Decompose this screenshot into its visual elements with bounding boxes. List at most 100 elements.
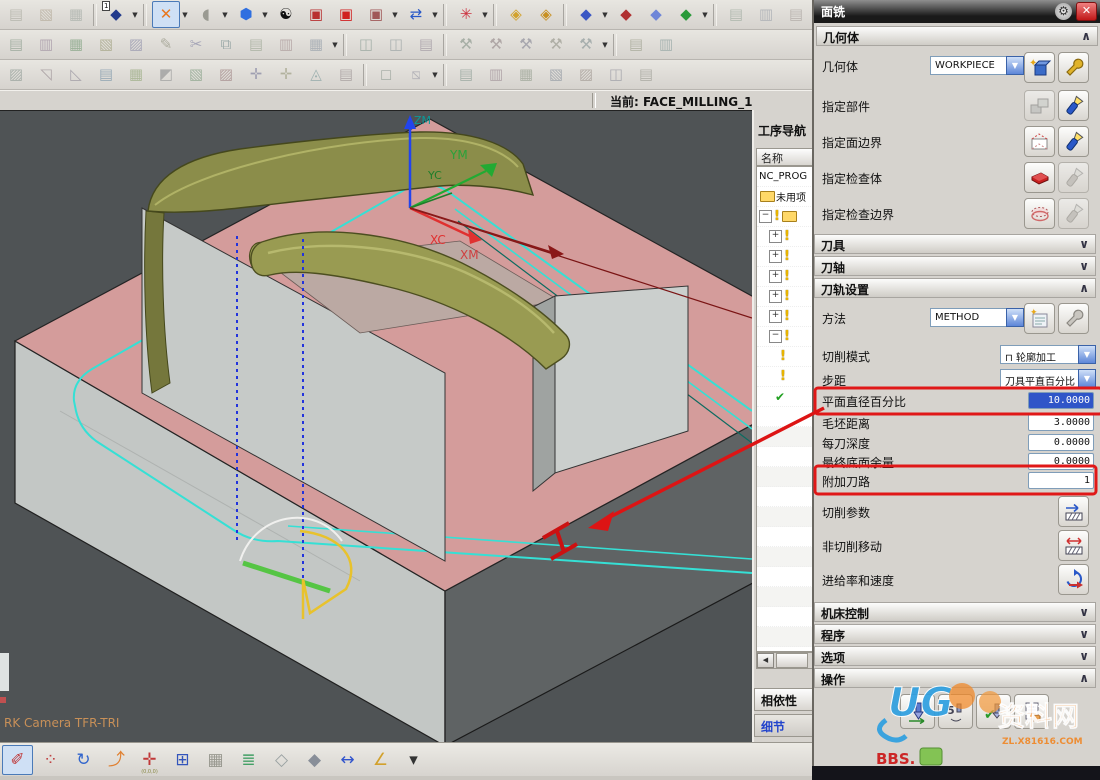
tree-row-7[interactable]: +!: [757, 287, 812, 307]
isometric-view-button[interactable]: ⬢: [232, 1, 260, 28]
tree-row-1[interactable]: NC_PROG: [757, 167, 812, 187]
copy-object-button[interactable]: ⧉: [212, 31, 240, 58]
tab-dependencies[interactable]: 相依性: [754, 688, 812, 711]
swap-layout-button[interactable]: ◫: [382, 31, 410, 58]
cut-mode-combo-dropdown-arrow[interactable]: ▼: [1078, 345, 1096, 364]
machine-sim-button[interactable]: ⚒: [542, 31, 570, 58]
snap-face-button[interactable]: ▧: [182, 61, 210, 88]
snap-center-button[interactable]: ▤: [92, 61, 120, 88]
method-combo-dropdown-arrow[interactable]: ▼: [1006, 308, 1024, 327]
scroll-left-arrow[interactable]: ◀: [757, 653, 774, 668]
display-part-button[interactable]: [1058, 90, 1089, 121]
operation-navigator-panel[interactable]: 工序导航 名称 NC_PROG 未用项 −! +! +! +! +! +! −!!! ✔ ◀ 相依…: [752, 110, 812, 742]
additional-passes-field[interactable]: 1: [1028, 472, 1094, 489]
generate-program-icon-button[interactable]: ◆: [572, 1, 600, 28]
section-options[interactable]: 选项 ∨: [814, 646, 1096, 666]
shop-doc-button[interactable]: ▤: [622, 31, 650, 58]
generate-toolpath-button[interactable]: [900, 694, 935, 729]
shaded-view-button[interactable]: ◖: [192, 1, 220, 28]
simulate-icon-button[interactable]: ◆: [672, 1, 700, 28]
dialog-settings-icon[interactable]: ⚙: [1055, 3, 1072, 20]
simulate-icon-dropdown-arrow[interactable]: ▼: [700, 2, 710, 27]
snap-edge-button[interactable]: ▨: [212, 61, 240, 88]
edit-geometry-button[interactable]: [1058, 52, 1089, 83]
viewport-3d[interactable]: ZM YM YC XC XM RK Camera TFR-TRI: [0, 110, 872, 748]
tree-row-5[interactable]: +!: [757, 247, 812, 267]
select-or-edit-geometry-button[interactable]: ✦: [1024, 52, 1055, 83]
tree-row-8[interactable]: +!: [757, 307, 812, 327]
depth-per-cut-field[interactable]: 0.0000: [1028, 434, 1094, 451]
scroll-thumb[interactable]: [776, 653, 808, 668]
find-object-button[interactable]: ◫: [352, 31, 380, 58]
new-file-button[interactable]: ▤: [2, 1, 30, 28]
blank-distance-field[interactable]: 3.0000: [1028, 414, 1094, 431]
list-toolpath-button[interactable]: [1014, 694, 1049, 729]
more-bottom-tools-button[interactable]: ▾: [398, 745, 429, 775]
show-check-cube-dropdown-arrow[interactable]: ▼: [390, 2, 400, 27]
show-object-dropdown-arrow[interactable]: ▼: [330, 32, 340, 57]
datum-plane-1-button[interactable]: ◇: [266, 745, 297, 775]
non-cutting-moves-button[interactable]: [1058, 530, 1089, 561]
tree-row-2[interactable]: 未用项: [757, 187, 812, 207]
show-object-button[interactable]: ▦: [302, 31, 330, 58]
show-tool-cube-button[interactable]: ▣: [302, 1, 330, 28]
create-operation-button[interactable]: ▨: [122, 31, 150, 58]
section-machine-control[interactable]: 机床控制 ∨: [814, 602, 1096, 622]
generate-program-icon-dropdown-arrow[interactable]: ▼: [600, 2, 610, 27]
csys-display-dropdown-arrow[interactable]: ▼: [480, 2, 490, 27]
section-program[interactable]: 程序 ∨: [814, 624, 1096, 644]
layer-settings-button[interactable]: ≣: [233, 745, 264, 775]
edit-method-button[interactable]: [1058, 303, 1089, 334]
stepover-combo-dropdown-arrow[interactable]: ▼: [1078, 369, 1096, 388]
cut-mode-combo[interactable]: ⊓ 轮廓加工 ▼: [1000, 345, 1096, 364]
view-fit-button[interactable]: ⧅: [402, 61, 430, 88]
save-file-button[interactable]: ▦: [62, 1, 90, 28]
display-face-boundary-button[interactable]: [1058, 126, 1089, 157]
edit-object-button[interactable]: ✎: [152, 31, 180, 58]
save-csys-button[interactable]: ⊞: [167, 745, 198, 775]
tree-row-4[interactable]: +!: [757, 227, 812, 247]
sketch-tb-button[interactable]: ▦: [512, 61, 540, 88]
final-floor-stock-field[interactable]: 0.0000: [1028, 453, 1094, 470]
section-tool[interactable]: 刀具 ∨: [814, 234, 1096, 254]
csys-display-button[interactable]: ✳: [452, 1, 480, 28]
swap-view-button[interactable]: ⇄: [402, 1, 430, 28]
curve-tb-button[interactable]: ▧: [542, 61, 570, 88]
replay-toolpath-tb-button[interactable]: ⚒: [482, 31, 510, 58]
snap-pole-button[interactable]: ▤: [332, 61, 360, 88]
navigator-hscrollbar[interactable]: ◀: [756, 652, 812, 669]
tab-details[interactable]: 细节: [754, 714, 812, 737]
measure-angle-button[interactable]: ∠: [365, 745, 396, 775]
post-out-dropdown-arrow[interactable]: ▼: [600, 32, 610, 57]
tree-row-11[interactable]: !: [757, 367, 812, 387]
wcs-origin-button[interactable]: ✛ (0,0,0): [134, 745, 165, 775]
section-tool-axis[interactable]: 刀轴 ∨: [814, 256, 1096, 276]
postprocess-icon-button[interactable]: ◆: [612, 1, 640, 28]
select-check-boundary-button[interactable]: [1024, 198, 1055, 229]
rotate-reference-button[interactable]: ↻: [68, 745, 99, 775]
select-face-boundary-button[interactable]: [1024, 126, 1055, 157]
create-method-button[interactable]: ▧: [92, 31, 120, 58]
navigator-column-name[interactable]: 名称: [756, 148, 812, 166]
dim-tb-button[interactable]: ▨: [572, 61, 600, 88]
generate-toolpath-tb-button[interactable]: ⚒: [452, 31, 480, 58]
datum-plane-2-button[interactable]: ◆: [299, 745, 330, 775]
tree-row-12[interactable]: ✔: [757, 387, 812, 407]
snap-grid-button[interactable]: ✛: [272, 61, 300, 88]
feeds-speeds-button[interactable]: [1058, 564, 1089, 595]
swap-view-dropdown-arrow[interactable]: ▼: [430, 2, 440, 27]
list-output-button[interactable]: ▥: [652, 31, 680, 58]
list-tool-3-button[interactable]: ▤: [782, 1, 810, 28]
view-fit-dropdown-arrow[interactable]: ▼: [430, 62, 440, 87]
layer-vis-button[interactable]: ▤: [452, 61, 480, 88]
flat-diameter-percent-field[interactable]: 10.0000: [1028, 392, 1094, 409]
stepover-combo[interactable]: 刀具平直百分比 ▼: [1000, 369, 1096, 388]
cut-object-button[interactable]: ✂: [182, 31, 210, 58]
dialog-title-bar[interactable]: 面铣 ⚙ ✕: [814, 0, 1100, 23]
verify-program-icon-button[interactable]: ◆: [642, 1, 670, 28]
dialog-close-icon[interactable]: ✕: [1076, 2, 1097, 21]
create-program-button[interactable]: ▤: [2, 31, 30, 58]
section-actions[interactable]: 操作 ∧: [814, 668, 1096, 688]
parallel-generate-button[interactable]: 5: [938, 694, 973, 729]
method-combo[interactable]: METHOD ▼: [930, 308, 1024, 327]
